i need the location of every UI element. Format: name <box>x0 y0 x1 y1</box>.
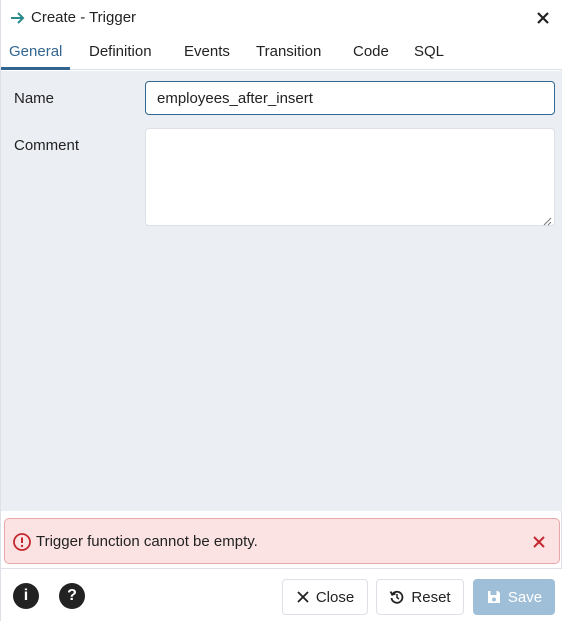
info-icon: i <box>23 587 29 604</box>
name-input[interactable] <box>145 81 555 115</box>
save-button-label: Save <box>507 588 543 606</box>
info-button[interactable]: i <box>13 583 39 609</box>
close-button-label: Close <box>315 588 355 606</box>
comment-label: Comment <box>14 137 80 154</box>
close-icon[interactable] <box>531 534 547 550</box>
close-icon[interactable] <box>533 8 553 28</box>
save-icon <box>487 591 500 603</box>
tab-sql[interactable]: SQL <box>406 36 452 70</box>
tab-definition[interactable]: Definition <box>81 36 160 70</box>
create-trigger-dialog: Create - Trigger General Definition Even… <box>0 0 562 621</box>
save-button[interactable]: Save <box>473 579 555 615</box>
help-button[interactable]: ? <box>59 583 85 609</box>
resize-grip-icon[interactable] <box>542 216 552 226</box>
error-circle-icon <box>13 533 31 551</box>
name-label: Name <box>14 90 55 107</box>
dialog-footer: i ? Close Reset Save <box>1 568 562 621</box>
reset-button-label: Reset <box>411 588 451 606</box>
tab-events[interactable]: Events <box>176 36 238 70</box>
tab-bar: General Definition Events Transition Cod… <box>1 36 562 70</box>
help-icon: ? <box>67 587 77 604</box>
general-tab-panel: Name Comment <box>1 71 562 511</box>
trigger-arrow-icon <box>11 12 25 24</box>
dialog-title: Create - Trigger <box>31 9 137 26</box>
close-button[interactable]: Close <box>282 579 368 615</box>
close-icon <box>297 591 309 603</box>
error-message: Trigger function cannot be empty. <box>36 533 258 550</box>
reset-button[interactable]: Reset <box>376 579 464 615</box>
tab-code[interactable]: Code <box>345 36 397 70</box>
tab-general[interactable]: General <box>1 36 71 70</box>
reset-icon <box>390 590 404 604</box>
tab-transition[interactable]: Transition <box>248 36 329 70</box>
dialog-titlebar: Create - Trigger <box>1 0 562 36</box>
comment-textarea[interactable] <box>145 128 555 226</box>
error-banner: Trigger function cannot be empty. <box>4 518 560 564</box>
